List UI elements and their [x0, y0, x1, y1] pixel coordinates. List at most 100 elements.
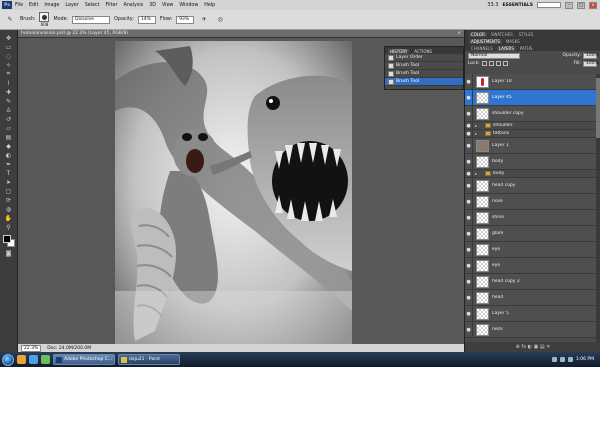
- type-tool-icon[interactable]: T: [3, 169, 15, 177]
- document-tab[interactable]: humaninvasion.psd @ 22.3% (Layer 45, RGB…: [18, 30, 464, 38]
- volume-icon[interactable]: [559, 357, 565, 362]
- pen-tool-icon[interactable]: ✒: [3, 160, 15, 168]
- history-step[interactable]: Layer Order: [385, 54, 463, 62]
- blur-tool-icon[interactable]: ◆: [3, 142, 15, 150]
- zoom-tool-icon[interactable]: ⚲: [3, 223, 15, 231]
- visibility-eye-icon[interactable]: ●: [465, 122, 473, 129]
- airbrush-icon[interactable]: ✈: [198, 16, 210, 24]
- history-step[interactable]: Brush Tool: [385, 70, 463, 78]
- 3d-orbit-tool-icon[interactable]: ◍: [3, 205, 15, 213]
- visibility-eye-icon[interactable]: ●: [465, 242, 473, 257]
- layers-footer-buttons[interactable]: ⊕ fx ◐ ▣ ▤ ✕: [465, 342, 600, 352]
- maximize-button[interactable]: □: [577, 1, 585, 9]
- history-step[interactable]: Brush Tool: [385, 62, 463, 70]
- layer-group-row[interactable]: ● ▸ body: [465, 170, 600, 178]
- dodge-tool-icon[interactable]: ◐: [3, 151, 15, 159]
- layer-row[interactable]: ● Layer 5: [465, 306, 600, 322]
- crop-tool-icon[interactable]: ⌗: [3, 70, 15, 78]
- layer-row[interactable]: ● neck: [465, 322, 600, 338]
- media-quicklaunch-icon[interactable]: [41, 355, 50, 364]
- close-button[interactable]: x: [589, 1, 597, 9]
- layers-scrollbar[interactable]: [596, 74, 600, 342]
- clock[interactable]: 1:06 PM: [576, 357, 594, 362]
- lock-position-icon[interactable]: [495, 61, 501, 66]
- zoom-menu-value[interactable]: 33.3: [487, 2, 498, 8]
- layer-row[interactable]: ● glare: [465, 226, 600, 242]
- lock-all-icon[interactable]: [502, 61, 508, 66]
- visibility-eye-icon[interactable]: ●: [465, 258, 473, 273]
- history-step[interactable]: Brush Tool: [385, 78, 463, 86]
- foreground-color-swatch[interactable]: [2, 235, 11, 243]
- fill-field[interactable]: 100%: [583, 60, 599, 67]
- visibility-eye-icon[interactable]: ●: [465, 306, 473, 321]
- group-expand-icon[interactable]: ▸: [475, 171, 477, 176]
- visibility-eye-icon[interactable]: ●: [465, 130, 473, 137]
- 3d-rotate-tool-icon[interactable]: ⟳: [3, 196, 15, 204]
- search-input[interactable]: [537, 2, 561, 8]
- explorer-quicklaunch-icon[interactable]: [17, 355, 26, 364]
- history-brush-tool-icon[interactable]: ↺: [3, 115, 15, 123]
- layer-row[interactable]: ● nose: [465, 194, 600, 210]
- group-expand-icon[interactable]: ▸: [475, 123, 477, 128]
- opacity-field[interactable]: 14%: [137, 15, 156, 24]
- menu-image[interactable]: Image: [41, 3, 62, 8]
- eraser-tool-icon[interactable]: ▱: [3, 124, 15, 132]
- document-canvas[interactable]: [115, 41, 352, 349]
- hand-tool-icon[interactable]: ✋: [3, 214, 15, 222]
- layer-row[interactable]: ● head: [465, 290, 600, 306]
- menu-filter[interactable]: Filter: [103, 3, 121, 8]
- layer-row[interactable]: ● eye: [465, 242, 600, 258]
- path-select-tool-icon[interactable]: ➤: [3, 178, 15, 186]
- visibility-eye-icon[interactable]: ●: [465, 194, 473, 209]
- healing-tool-icon[interactable]: ✚: [3, 88, 15, 96]
- brush-tool-icon[interactable]: ✎: [3, 97, 15, 105]
- tab-actions[interactable]: ACTIONS: [412, 49, 434, 54]
- start-button[interactable]: [2, 353, 14, 366]
- layer-row[interactable]: ● shoulder copy: [465, 106, 600, 122]
- taskbar-button[interactable]: Adobe Photoshop C...: [53, 354, 115, 365]
- layer-group-row[interactable]: ● ▸ tattons: [465, 130, 600, 138]
- clone-stamp-tool-icon[interactable]: ♙: [3, 106, 15, 114]
- visibility-eye-icon[interactable]: ●: [465, 106, 473, 121]
- menu-3d[interactable]: 3D: [146, 3, 159, 8]
- quick-select-tool-icon[interactable]: ✧: [3, 61, 15, 69]
- visibility-eye-icon[interactable]: ●: [465, 274, 473, 289]
- menu-view[interactable]: View: [159, 3, 176, 8]
- layer-row[interactable]: ● eye: [465, 258, 600, 274]
- visibility-eye-icon[interactable]: ●: [465, 170, 473, 177]
- layer-row[interactable]: ● Layer 45: [465, 90, 600, 106]
- layer-row[interactable]: ● body: [465, 154, 600, 170]
- layer-row[interactable]: ● head copy: [465, 178, 600, 194]
- tab-paths[interactable]: PATHS: [518, 46, 535, 51]
- canvas-area[interactable]: HISTORY ACTIONS Layer Order Brush Tool Bru…: [18, 38, 464, 349]
- flow-field[interactable]: 93%: [176, 15, 195, 24]
- lasso-tool-icon[interactable]: ◌: [3, 52, 15, 60]
- menu-help[interactable]: Help: [201, 3, 218, 8]
- document-close-icon[interactable]: ×: [457, 31, 461, 36]
- menu-layer[interactable]: Layer: [62, 3, 81, 8]
- brush-tool-icon[interactable]: ✎: [4, 16, 16, 24]
- lock-pixels-icon[interactable]: [488, 61, 494, 66]
- layer-opacity-field[interactable]: 100%: [583, 52, 599, 59]
- layers-scrollbar-thumb[interactable]: [596, 78, 600, 138]
- blend-mode-select[interactable]: Normal: [468, 52, 520, 59]
- marquee-tool-icon[interactable]: ▭: [3, 43, 15, 51]
- mode-select[interactable]: Dissolve: [72, 15, 111, 24]
- layer-row[interactable]: ● Layer 1: [465, 138, 600, 154]
- layer-row[interactable]: ● Layer 10: [465, 74, 600, 90]
- tab-channels[interactable]: CHANNELS: [469, 46, 495, 51]
- gradient-tool-icon[interactable]: ▤: [3, 133, 15, 141]
- menu-window[interactable]: Window: [176, 3, 201, 8]
- tab-styles[interactable]: STYLES: [517, 32, 536, 37]
- visibility-eye-icon[interactable]: ●: [465, 90, 473, 105]
- lock-transparency-icon[interactable]: [481, 61, 487, 66]
- visibility-eye-icon[interactable]: ●: [465, 154, 473, 169]
- shape-tool-icon[interactable]: ▢: [3, 187, 15, 195]
- tablet-pressure-icon[interactable]: ◎: [214, 16, 226, 24]
- visibility-eye-icon[interactable]: ●: [465, 290, 473, 305]
- minimize-button[interactable]: –: [565, 1, 573, 9]
- browser-quicklaunch-icon[interactable]: [29, 355, 38, 364]
- move-tool-icon[interactable]: ✥: [3, 34, 15, 42]
- menu-edit[interactable]: Edit: [26, 3, 41, 8]
- tab-swatches[interactable]: SWATCHES: [489, 32, 515, 37]
